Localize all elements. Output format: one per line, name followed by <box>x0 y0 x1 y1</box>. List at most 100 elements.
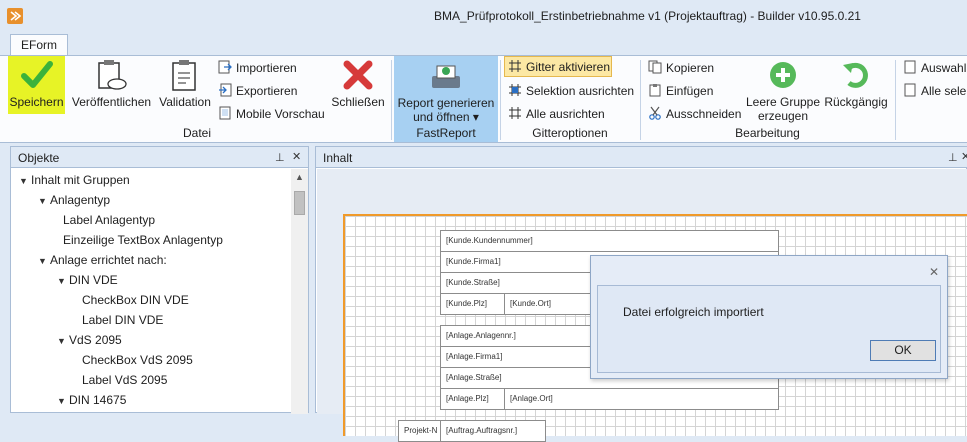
objects-panel-header: Objekte ⊥ ✕ <box>11 147 308 168</box>
undo-button[interactable]: Rückgängig <box>823 56 889 114</box>
undo-icon <box>843 62 868 88</box>
grid-activate-label: Gitter aktivieren <box>526 60 611 74</box>
mobile-preview-button[interactable]: Mobile Vorschau <box>218 104 325 124</box>
copy-label: Kopieren <box>666 61 715 75</box>
group-separator <box>895 60 896 140</box>
tree-item[interactable]: CheckBox VdS 2095 <box>76 353 193 367</box>
tree-item-label: CheckBox DIN VDE <box>82 293 189 307</box>
scroll-thumb[interactable] <box>294 191 305 215</box>
chevron-down-icon[interactable]: ▼ <box>38 256 50 266</box>
report-generate-button[interactable]: Report generieren und öffnen ▾ <box>394 56 498 126</box>
align-all-button[interactable]: Alle ausrichten <box>508 104 605 124</box>
tree-item[interactable]: CheckBox DIN VDE <box>76 293 189 307</box>
empty-group-button[interactable]: Leere Gruppe erzeugen <box>745 56 821 124</box>
mobile-preview-label: Mobile Vorschau <box>236 107 325 121</box>
tree-item[interactable]: Label Anlagentyp <box>57 213 155 227</box>
import-icon <box>218 60 232 74</box>
empty-group-label-line1: Leere Gruppe <box>745 95 821 109</box>
field-system-city[interactable]: [Anlage.Ort] <box>504 388 779 410</box>
paste-button[interactable]: Einfügen <box>648 81 713 101</box>
copy-button[interactable]: Kopieren <box>648 58 714 78</box>
copy-icon <box>648 60 662 74</box>
tree-item[interactable]: ▼ Anlagentyp <box>38 193 110 207</box>
chevron-down-icon[interactable]: ▼ <box>38 196 50 206</box>
label-project-number[interactable]: Projekt-N <box>398 420 441 442</box>
chevron-down-icon[interactable]: ▼ <box>57 276 69 286</box>
window-title: BMA_Prüfprotokoll_Erstinbetriebnahme v1 … <box>434 9 861 23</box>
tree-item[interactable]: ▼ Anlage errichtet nach: <box>38 253 167 267</box>
tree-item[interactable]: Einzeilige TextBox Anlagentyp <box>57 233 223 247</box>
tree-item-label: Anlagentyp <box>50 193 111 207</box>
grid-activate-button[interactable]: Gitter aktivieren <box>508 57 610 77</box>
content-panel-header: Inhalt ⊥ ✕ <box>316 147 967 168</box>
export-label: Exportieren <box>236 84 298 98</box>
chevron-down-icon[interactable]: ▼ <box>57 336 69 346</box>
validation-label: Validation <box>159 95 211 109</box>
tree-item-label: DIN 14675 <box>69 393 127 407</box>
select-all-button[interactable]: Alle selek <box>903 81 967 101</box>
plus-circle-icon <box>770 62 796 88</box>
tree-item[interactable]: ▼ DIN 14675 <box>57 393 126 407</box>
close-button[interactable]: Schließen <box>330 56 386 114</box>
group-separator <box>391 60 392 140</box>
chevron-down-icon[interactable]: ▼ <box>19 176 31 186</box>
field-customer-number[interactable]: [Kunde.Kundennummer] <box>440 230 779 252</box>
tree-item[interactable]: Label DIN VDE <box>76 313 163 327</box>
tree-item-label: VdS 2095 <box>69 333 122 347</box>
scissors-icon <box>648 106 662 120</box>
publish-button[interactable]: Veröffentlichen <box>70 56 153 114</box>
field-system-zip[interactable]: [Anlage.Plz] <box>440 388 505 410</box>
cut-button[interactable]: Ausschneiden <box>648 104 741 124</box>
close-icon[interactable]: ✕ <box>292 150 301 163</box>
align-all-icon <box>508 106 522 120</box>
export-icon <box>218 83 232 97</box>
tree-item-label: Label Anlagentyp <box>63 213 156 227</box>
tab-eform[interactable]: EForm <box>10 34 68 56</box>
report-label-line1: Report generieren <box>397 96 495 110</box>
import-success-dialog: ✕ Datei erfolgreich importiert OK <box>590 255 948 379</box>
paste-label: Einfügen <box>666 84 714 98</box>
tree-item-label: Einzeilige TextBox Anlagentyp <box>63 233 223 247</box>
pin-icon[interactable]: ⊥ <box>948 151 958 164</box>
cut-label: Ausschneiden <box>666 107 742 121</box>
scroll-up-icon[interactable]: ▲ <box>291 169 308 186</box>
select-all-label: Alle selek <box>921 84 967 98</box>
publish-icon <box>98 60 127 90</box>
tree-item[interactable]: ▼ Inhalt mit Gruppen <box>19 173 130 187</box>
clipboard-icon <box>172 60 196 91</box>
import-label: Importieren <box>236 61 297 75</box>
objects-panel-title: Objekte <box>18 151 60 165</box>
export-button[interactable]: Exportieren <box>218 81 297 101</box>
choice-button[interactable]: Auswahl <box>903 58 967 78</box>
align-selection-button[interactable]: Selektion ausrichten <box>508 81 634 101</box>
selection-icon <box>903 60 917 74</box>
group-label-datei: Datei <box>182 126 211 140</box>
ok-button[interactable]: OK <box>870 340 936 361</box>
tree-scrollbar[interactable]: ▲ <box>291 169 308 414</box>
tree-item-label: DIN VDE <box>69 273 118 287</box>
report-icon <box>432 65 460 88</box>
field-order-number[interactable]: [Auftrag.Auftragsnr.] <box>440 420 546 442</box>
grid-icon <box>508 59 522 73</box>
undo-label: Rückgängig <box>824 95 888 109</box>
pin-icon[interactable]: ⊥ <box>275 151 285 164</box>
report-label-line2: und öffnen ▾ <box>413 110 479 124</box>
tree-item[interactable]: Label VdS 2095 <box>76 373 167 387</box>
tree-item-label: Anlage errichtet nach: <box>50 253 167 267</box>
close-label: Schließen <box>331 95 385 109</box>
group-label-edit: Bearbeitung <box>735 126 800 140</box>
import-button[interactable]: Importieren <box>218 58 297 78</box>
select-all-icon <box>903 83 917 97</box>
close-icon[interactable]: ✕ <box>961 150 967 163</box>
close-icon[interactable]: ✕ <box>929 265 939 279</box>
save-button[interactable]: Speichern <box>8 56 65 114</box>
validation-button[interactable]: Validation <box>155 56 215 114</box>
tree-item-label: Label DIN VDE <box>82 313 164 327</box>
publish-label: Veröffentlichen <box>71 95 152 109</box>
group-label-grid: Gitteroptionen <box>532 126 608 140</box>
tree-item[interactable]: ▼ DIN VDE <box>57 273 118 287</box>
field-customer-zip[interactable]: [Kunde.Plz] <box>440 293 505 315</box>
checkmark-icon <box>21 61 53 88</box>
tree-item[interactable]: ▼ VdS 2095 <box>57 333 122 347</box>
chevron-down-icon[interactable]: ▼ <box>57 396 69 406</box>
